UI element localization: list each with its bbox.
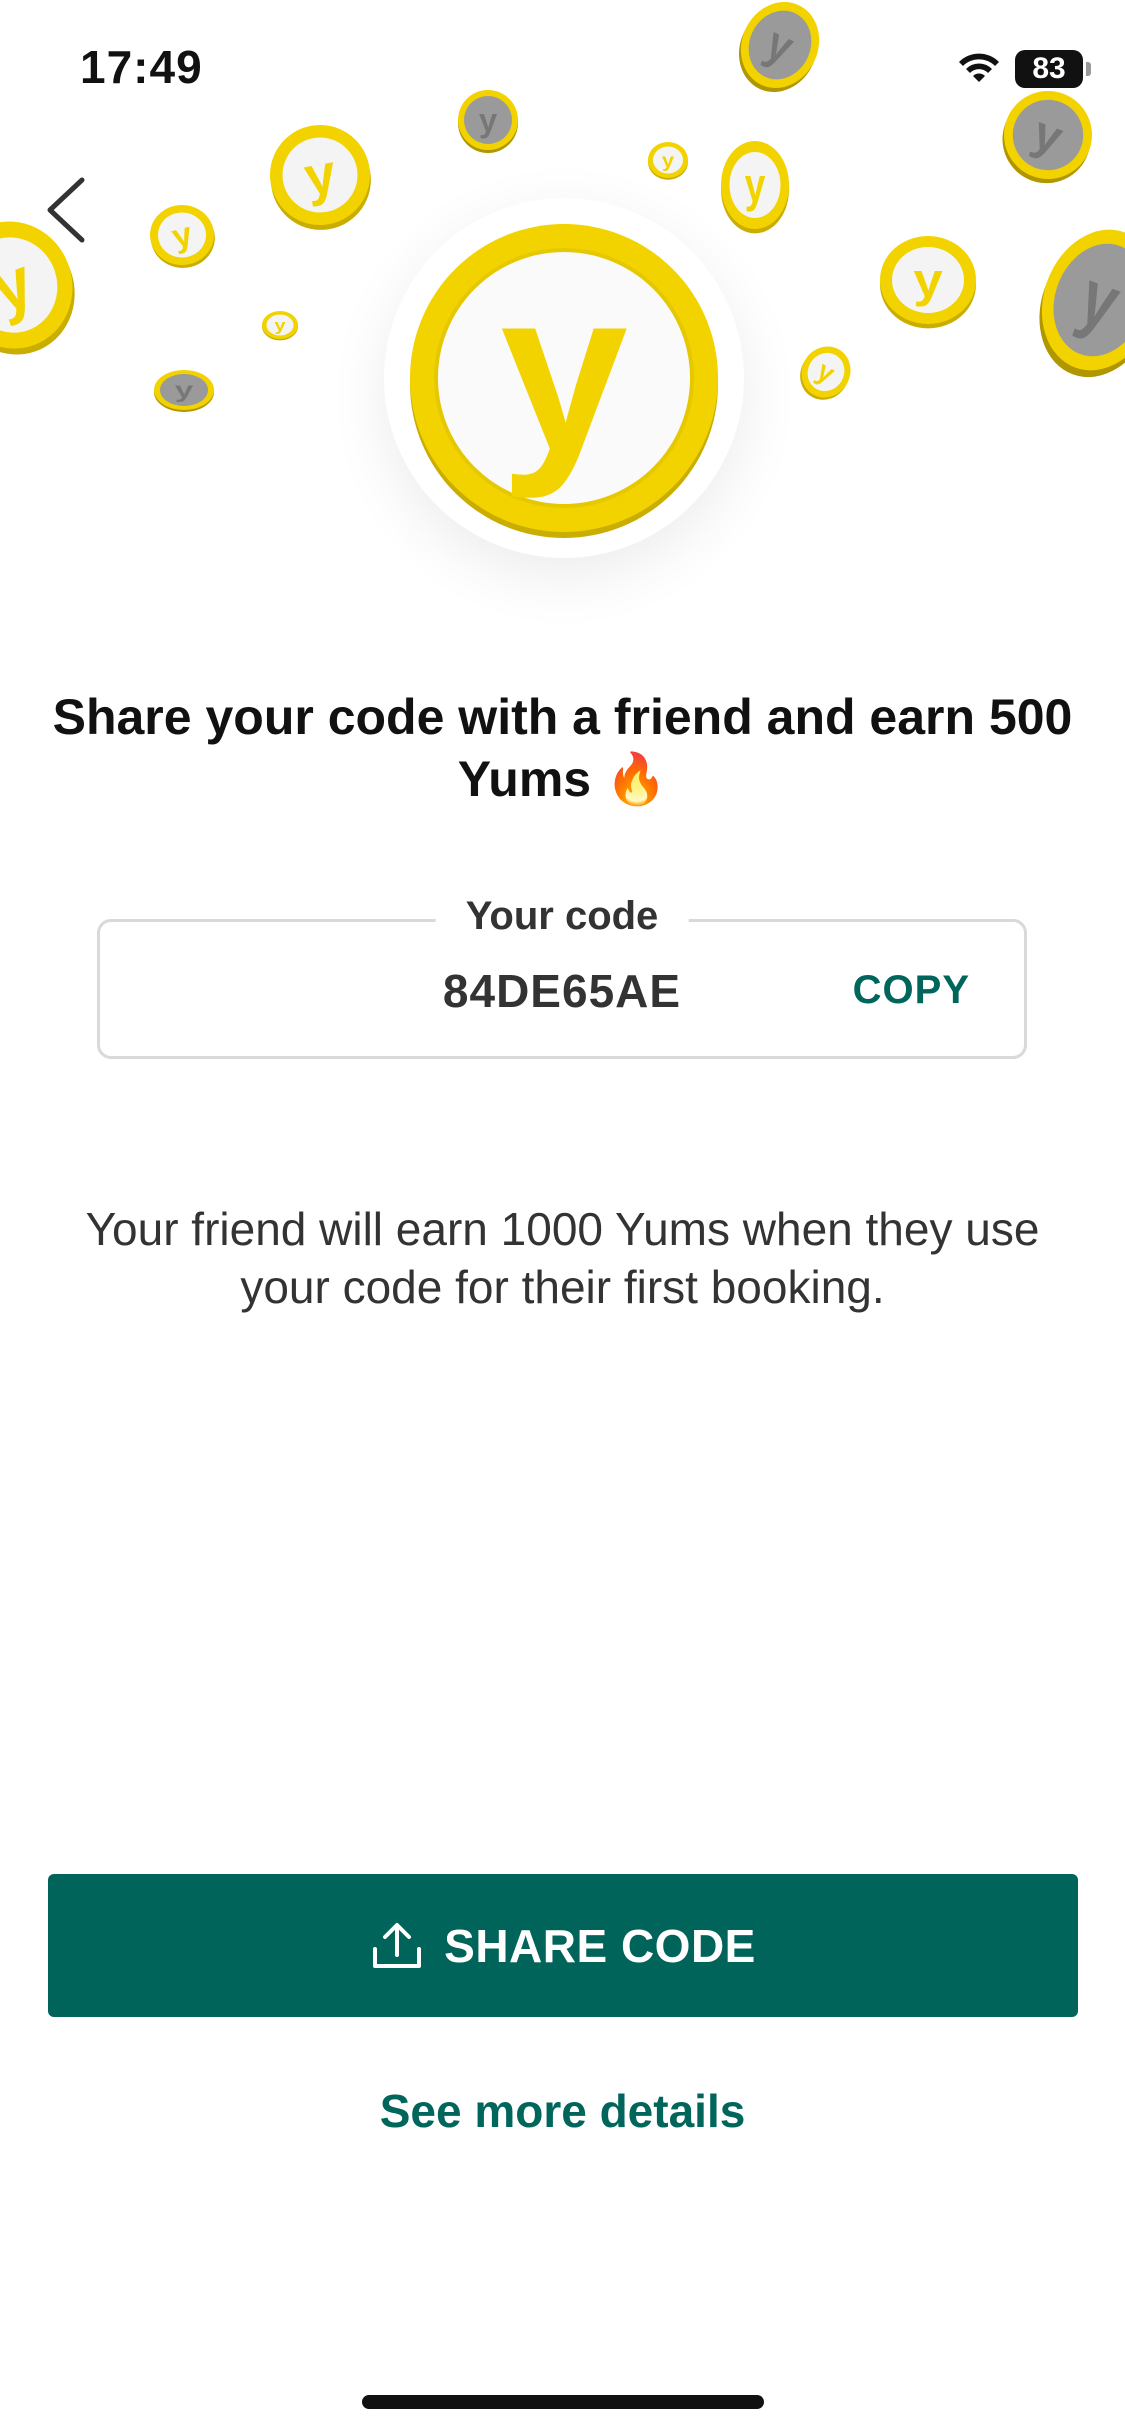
code-label: Your code <box>435 894 689 939</box>
coin-icon <box>648 142 688 180</box>
home-indicator <box>362 2395 764 2409</box>
coin-icon <box>790 337 860 409</box>
coin-icon <box>154 370 214 412</box>
share-code-label: SHARE CODE <box>444 1919 756 1972</box>
coin-icon <box>142 198 223 275</box>
svg-text:y: y <box>500 242 628 499</box>
battery-level: 83 <box>1032 52 1066 85</box>
share-code-button[interactable]: SHARE CODE <box>48 1874 1078 2017</box>
status-time: 17:49 <box>80 41 203 93</box>
wifi-icon <box>959 53 999 82</box>
status-icons: 83 <box>957 50 1091 88</box>
coin-icon <box>262 311 298 341</box>
share-upload-icon <box>373 1922 422 1968</box>
coin-icon <box>880 236 976 329</box>
coin-icon <box>721 141 789 234</box>
status-bar: 17:49 83 <box>0 0 1125 140</box>
battery-indicator: 83 <box>1015 50 1091 88</box>
back-button[interactable] <box>38 172 98 248</box>
chevron-left-icon <box>47 177 85 243</box>
yums-coin-icon: y <box>410 224 718 538</box>
page-title: Share your code with a friend and earn 5… <box>52 689 1073 807</box>
copy-button[interactable]: COPY <box>853 968 970 1013</box>
coin-icon <box>1020 213 1125 394</box>
referral-code-field: Your code 84DE65AE COPY <box>97 894 1027 1059</box>
referral-description: Your friend will earn 1000 Yums when the… <box>85 1203 1040 1313</box>
see-more-details-link[interactable]: See more details <box>0 2084 1125 2138</box>
